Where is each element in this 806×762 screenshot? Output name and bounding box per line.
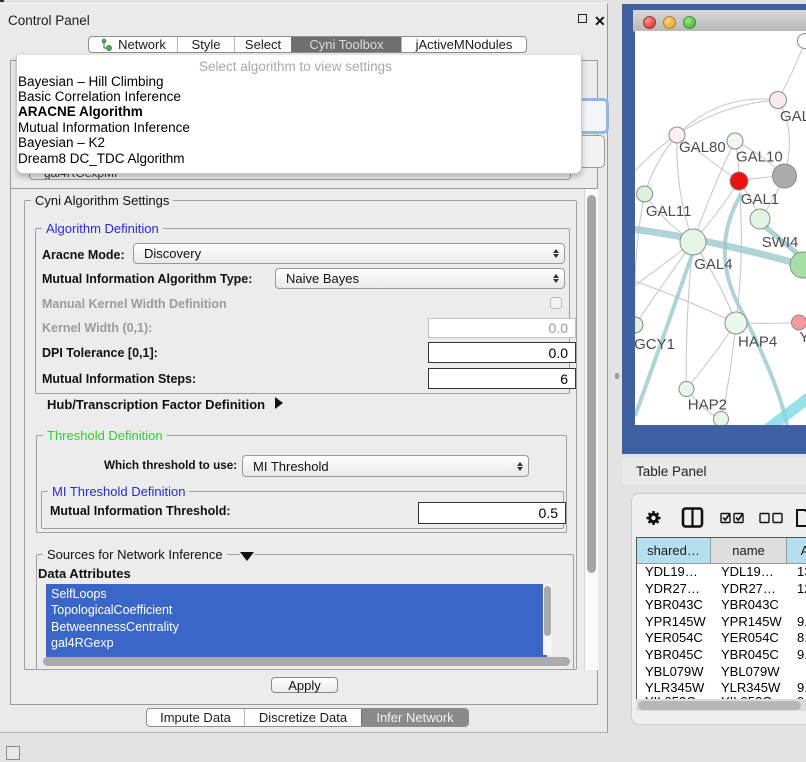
svg-text:GAL80: GAL80 (679, 139, 726, 156)
svg-text:HAP2: HAP2 (688, 397, 727, 414)
svg-text:GAL10: GAL10 (736, 149, 783, 166)
svg-text:HAP4: HAP4 (738, 333, 777, 350)
svg-text:SWI4: SWI4 (762, 234, 799, 251)
svg-text:GCY1: GCY1 (635, 336, 675, 353)
svg-text:GAL4: GAL4 (694, 256, 732, 273)
svg-text:Y: Y (799, 329, 806, 346)
svg-text:GAL1: GAL1 (741, 191, 779, 208)
svg-text:GAL: GAL (780, 108, 806, 125)
svg-text:GAL11: GAL11 (646, 203, 692, 220)
